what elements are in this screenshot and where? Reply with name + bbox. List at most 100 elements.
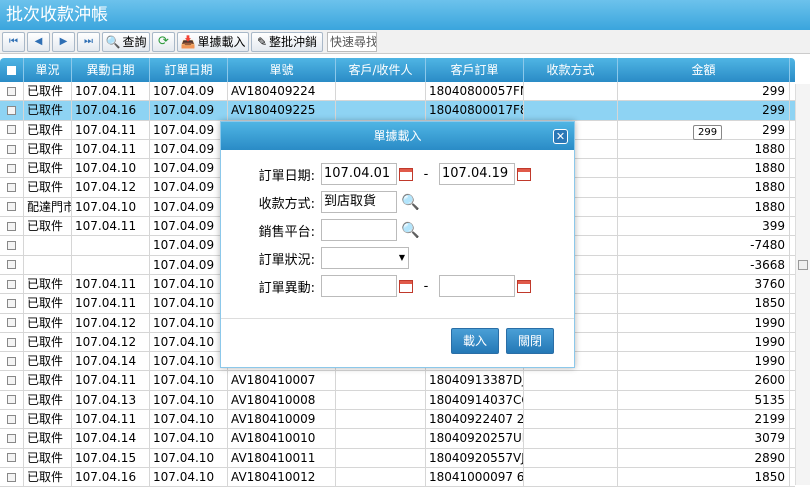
row-checkbox[interactable] [0, 82, 24, 101]
row-checkbox[interactable] [0, 429, 24, 448]
checkbox-box[interactable] [7, 472, 16, 482]
cell-mdate: 107.04.11 [72, 82, 150, 101]
pay-method-input[interactable]: 到店取貨 [321, 191, 397, 213]
cell-odate: 107.04.09 [150, 139, 228, 159]
checkbox-box[interactable] [7, 337, 16, 347]
checkbox-box[interactable] [7, 414, 16, 424]
order-change-to-input[interactable] [439, 275, 515, 297]
checkbox-box[interactable] [7, 202, 16, 212]
cell-amount: 2199 [618, 410, 790, 429]
row-checkbox[interactable] [0, 101, 24, 120]
row-checkbox[interactable] [0, 332, 24, 352]
row-checkbox[interactable] [0, 274, 24, 294]
magnifier-icon[interactable]: 🔍 [401, 194, 420, 210]
pay-method-label: 收款方式: [258, 196, 315, 212]
row-checkbox[interactable] [0, 255, 24, 274]
quick-search-input[interactable]: 快速尋找 [327, 31, 377, 52]
column-header[interactable]: 單況 [24, 58, 72, 82]
platform-input[interactable] [321, 219, 397, 241]
next-page-button[interactable]: ▶ [52, 31, 75, 52]
column-header[interactable]: 客戶訂單 [426, 58, 524, 82]
cell-odate: 107.04.10 [150, 371, 228, 390]
row-checkbox[interactable] [0, 467, 24, 487]
row-checkbox[interactable] [0, 217, 24, 236]
cell-pay [524, 82, 618, 101]
column-header[interactable]: 客戶/收件人 [336, 58, 426, 82]
table-row[interactable]: 已取件 107.04.16 107.04.09 AV180409225 18040800… [0, 101, 795, 121]
checkbox-box[interactable] [7, 125, 16, 135]
calendar-icon[interactable] [517, 167, 531, 181]
last-page-button[interactable]: ⏭ [77, 31, 100, 52]
column-header[interactable]: 單號 [228, 58, 336, 82]
checkbox-box[interactable] [7, 144, 16, 154]
checkbox-box[interactable] [7, 260, 16, 270]
checkbox-box[interactable] [7, 298, 16, 308]
load-docs-button[interactable]: 📥 單據載入 [177, 31, 249, 52]
table-row[interactable]: 已取件 107.04.11 107.04.09 AV180409224 18040800… [0, 82, 795, 102]
row-checkbox[interactable] [0, 236, 24, 255]
row-checkbox[interactable] [0, 159, 24, 178]
select-all-checkbox[interactable] [0, 58, 24, 82]
prev-page-button[interactable]: ◀ [27, 31, 50, 52]
platform-label: 銷售平台: [258, 224, 315, 240]
table-row[interactable]: 已取件 107.04.11 107.04.10 AV180410007 18040913… [0, 371, 795, 391]
cell-mdate: 107.04.13 [72, 390, 150, 410]
column-header[interactable]: 金額 [618, 58, 790, 82]
column-header[interactable]: 異動日期 [72, 58, 150, 82]
cell-pay [524, 410, 618, 429]
magnifier-icon[interactable]: 🔍 [401, 222, 420, 238]
calendar-icon[interactable] [399, 279, 413, 293]
close-button[interactable]: 關閉 [506, 328, 554, 354]
row-checkbox[interactable] [0, 410, 24, 429]
row-checkbox[interactable] [0, 178, 24, 197]
reload-button[interactable]: ⟳ [152, 31, 175, 52]
row-checkbox[interactable] [0, 139, 24, 159]
cell-cust [336, 390, 426, 410]
table-row[interactable]: 已取件 107.04.13 107.04.10 AV180410008 18040914… [0, 390, 795, 411]
vertical-scrollbar[interactable] [795, 84, 810, 485]
checkbox-box[interactable] [7, 183, 16, 193]
dialog-close-button[interactable]: ✕ [553, 129, 568, 144]
row-checkbox[interactable] [0, 448, 24, 467]
checkbox-box[interactable] [7, 453, 16, 463]
calendar-icon[interactable] [399, 167, 413, 181]
scrollbar-thumb[interactable] [798, 260, 808, 270]
query-button[interactable]: 🔍 查詢 [102, 31, 150, 52]
table-row[interactable]: 已取件 107.04.15 107.04.10 AV180410011 18040920… [0, 448, 795, 468]
order-status-select[interactable]: ▼ [321, 247, 409, 269]
batch-balance-button[interactable]: ✎ 整批沖銷 [251, 31, 323, 52]
row-checkbox[interactable] [0, 294, 24, 313]
checkbox-box[interactable] [7, 356, 16, 366]
checkbox-box[interactable] [7, 318, 16, 328]
column-header[interactable]: 訂單日期 [150, 58, 228, 82]
table-row[interactable]: 已取件 107.04.14 107.04.10 AV180410010 18040920… [0, 429, 795, 449]
cell-mdate: 107.04.14 [72, 352, 150, 371]
row-checkbox[interactable] [0, 313, 24, 332]
checkbox-box[interactable] [7, 86, 16, 96]
checkbox-box[interactable] [7, 279, 16, 289]
calendar-icon[interactable] [517, 279, 531, 293]
row-checkbox[interactable] [0, 120, 24, 139]
checkbox-box[interactable] [7, 105, 16, 115]
order-date-to-input[interactable]: 107.04.19 [439, 163, 515, 185]
order-change-from-input[interactable] [321, 275, 397, 297]
dialog-title: 單據載入 [373, 129, 422, 143]
table-row[interactable]: 已取件 107.04.11 107.04.10 AV180410009 18040922… [0, 410, 795, 430]
load-button[interactable]: 載入 [451, 328, 499, 354]
order-date-from-input[interactable]: 107.04.01 [321, 163, 397, 185]
row-checkbox[interactable] [0, 352, 24, 371]
checkbox-box[interactable] [7, 65, 16, 75]
row-checkbox[interactable] [0, 371, 24, 390]
row-checkbox[interactable] [0, 390, 24, 410]
checkbox-box[interactable] [7, 163, 16, 173]
cell-mdate: 107.04.10 [72, 197, 150, 217]
checkbox-box[interactable] [7, 241, 16, 251]
checkbox-box[interactable] [7, 221, 16, 231]
first-page-button[interactable]: ⏮ [2, 31, 25, 52]
row-checkbox[interactable] [0, 197, 24, 217]
column-header[interactable]: 收款方式 [524, 58, 618, 82]
checkbox-box[interactable] [7, 433, 16, 443]
checkbox-box[interactable] [7, 376, 16, 386]
checkbox-box[interactable] [7, 395, 16, 405]
table-row[interactable]: 已取件 107.04.16 107.04.10 AV180410012 18041000… [0, 467, 795, 487]
